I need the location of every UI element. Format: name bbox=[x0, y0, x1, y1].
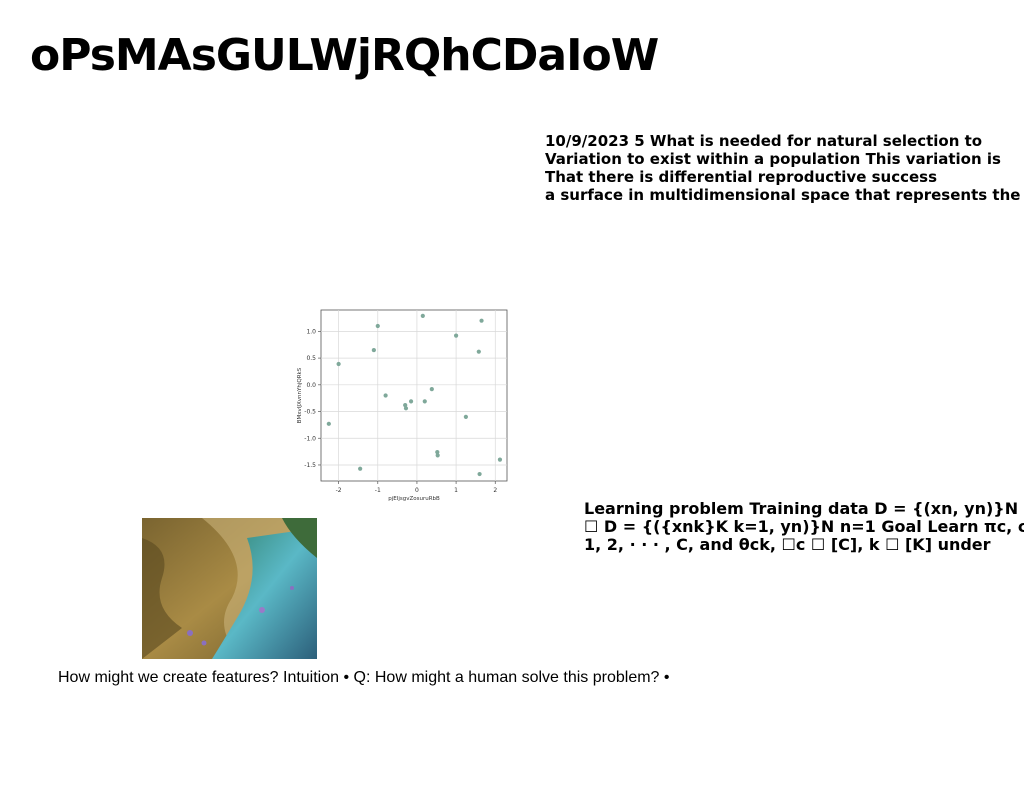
page-title: oPsMAsGULWjRQhCDaIoW bbox=[30, 30, 659, 81]
scatter-point bbox=[420, 313, 425, 318]
scatter-chart: -2 -1 0 1 2 1.0 0.5 0.0 -0.5 -1.0 -1.5 pjEIjsgvZosu… bbox=[292, 305, 514, 503]
scatter-point bbox=[326, 421, 331, 426]
scatter-point bbox=[477, 471, 482, 477]
scatter-chart-svg: -2 -1 0 1 2 1.0 0.5 0.0 -0.5 -1.0 -1.5 pjEIjsgvZosu… bbox=[297, 309, 508, 502]
scatter-point bbox=[463, 414, 468, 419]
x-tick-label: 2 bbox=[493, 487, 497, 494]
y-tick-label: -1.5 bbox=[304, 462, 316, 469]
x-tick-label: 0 bbox=[415, 487, 419, 494]
y-tick-label: 0.5 bbox=[306, 355, 316, 362]
text-line: 1, 2, · · · , C, and θck, ☐c ☐ [C], k ☐ … bbox=[584, 535, 991, 554]
y-tick-label: 1.0 bbox=[306, 328, 316, 335]
scatter-point bbox=[383, 393, 388, 398]
y-axis-label: BMxvIJXvnnYhjQRkS bbox=[297, 367, 303, 423]
scatter-point bbox=[476, 349, 481, 354]
scatter-point bbox=[375, 323, 380, 329]
scatter-point bbox=[479, 318, 484, 323]
text-block-learning-problem: Learning problem Training data D = {(xn,… bbox=[584, 500, 1024, 554]
text-line: ☐ D = {({xnk}K k=1, yn)}N n=1 Goal Learn… bbox=[584, 517, 1024, 536]
text-line: 10/9/2023 5 What is needed for natural s… bbox=[545, 132, 983, 150]
text-line: Variation to exist within a population T… bbox=[545, 150, 1001, 168]
scatter-point bbox=[371, 347, 376, 353]
text-block-natural-selection: 10/9/2023 5 What is needed for natural s… bbox=[545, 132, 1020, 204]
scatter-point bbox=[453, 333, 459, 338]
scatter-point bbox=[429, 386, 434, 392]
y-tick-label: -1.0 bbox=[304, 435, 316, 442]
scatter-point bbox=[422, 399, 427, 404]
scatter-point bbox=[435, 453, 440, 458]
coastal-landscape-photo bbox=[142, 518, 317, 659]
text-line: Learning problem Training data D = {(xn,… bbox=[584, 500, 1019, 518]
scatter-point bbox=[358, 466, 363, 471]
plot-area bbox=[320, 309, 508, 482]
y-tick-label: 0.0 bbox=[306, 382, 316, 389]
x-tick-label: 1 bbox=[454, 487, 458, 494]
scatter-point bbox=[497, 457, 503, 462]
x-tick-label: -2 bbox=[336, 487, 342, 494]
x-tick-label: -1 bbox=[375, 487, 381, 494]
x-axis-label: pjEIjsgvZosuruRbB bbox=[388, 496, 440, 502]
text-line: a surface in multidimensional space that… bbox=[545, 186, 1021, 204]
scatter-point bbox=[403, 406, 409, 411]
y-tick-label: -0.5 bbox=[304, 409, 316, 416]
scatter-point bbox=[336, 361, 341, 367]
footer-text: How might we create features? Intuition … bbox=[58, 669, 670, 686]
scatter-point bbox=[408, 399, 414, 404]
text-line: That there is differential reproductive … bbox=[545, 168, 938, 186]
